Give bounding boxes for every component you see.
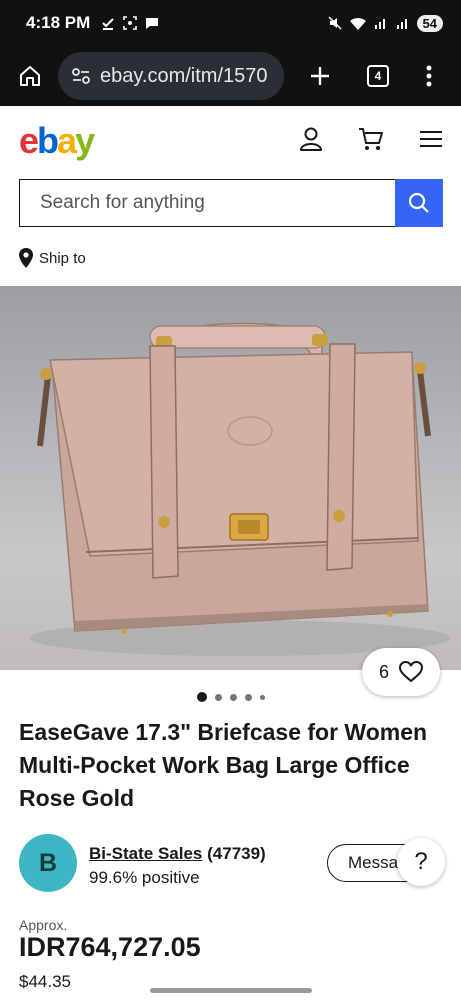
new-tab-button[interactable] [302,56,338,96]
gesture-bar [150,988,312,993]
search-bar [19,179,443,227]
browser-menu-button[interactable] [414,56,444,96]
more-vert-icon [426,65,432,87]
carousel-dot[interactable] [244,693,252,701]
product-image[interactable] [0,286,461,670]
menu-button[interactable] [416,124,446,154]
download-done-icon [102,18,114,30]
watch-button[interactable]: 6 [362,648,440,696]
battery-indicator: 54 [416,14,443,32]
status-time: 4:18 PM [26,13,91,32]
carousel-dot[interactable] [259,694,265,700]
watch-count: 6 [378,661,389,682]
user-icon [300,127,322,151]
hamburger-icon [420,131,442,147]
carousel-dot[interactable] [214,693,222,701]
status-notification-icons [100,15,160,31]
tab-switcher-button[interactable]: 4 [358,56,398,96]
tab-count: 4 [367,65,389,87]
heart-icon [399,661,423,682]
seller-feedback-count: (47739) [207,844,266,863]
home-button[interactable] [10,56,50,96]
location-pin-icon [19,248,33,268]
home-icon [20,66,40,86]
briefcase-illustration [30,322,450,656]
search-button[interactable] [395,179,443,227]
ship-to-label: Ship to [39,249,86,267]
approx-label: Approx. [19,917,68,933]
status-right-icons: 54 [327,14,443,32]
product-title: EaseGave 17.3" Briefcase for Women Multi… [19,719,428,811]
signal-1-icon [374,19,385,29]
signal-2-icon [396,19,407,29]
account-button[interactable] [296,124,326,154]
status-bar: 4:18 PM 54 [0,0,461,46]
site-header: ebay [0,106,461,172]
image-carousel-dots[interactable] [0,692,461,702]
url-text: ebay.com/itm/1570 [100,64,268,87]
mute-icon [328,16,342,30]
seller-positive-rate: 99.6% positive [89,868,200,887]
price-usd: $44.35 [19,972,71,991]
carousel-dot[interactable] [229,693,237,701]
help-button[interactable]: ? [397,838,445,886]
browser-toolbar: ebay.com/itm/1570 4 [0,46,461,106]
wifi-icon [349,17,366,30]
search-icon [408,192,429,213]
price-local: IDR764,727.05 [19,932,201,962]
seller-name-link[interactable]: Bi-State Sales [89,844,202,863]
seller-name-line: Bi-State Sales (47739) [89,844,266,864]
screenshot-icon [123,16,138,30]
cart-button[interactable] [356,124,386,154]
plus-icon [311,67,329,85]
seller-card: B Bi-State Sales (47739) 99.6% positive … [19,834,445,894]
address-bar[interactable]: ebay.com/itm/1570 [58,52,284,100]
seller-avatar[interactable]: B [19,834,77,892]
ebay-logo[interactable]: ebay [19,120,95,162]
search-input[interactable] [19,179,395,227]
site-settings-icon[interactable] [70,65,92,87]
cart-icon [359,128,383,150]
carousel-dot[interactable] [196,692,207,702]
ship-to-link[interactable]: Ship to [19,248,86,268]
chat-icon [146,18,159,29]
